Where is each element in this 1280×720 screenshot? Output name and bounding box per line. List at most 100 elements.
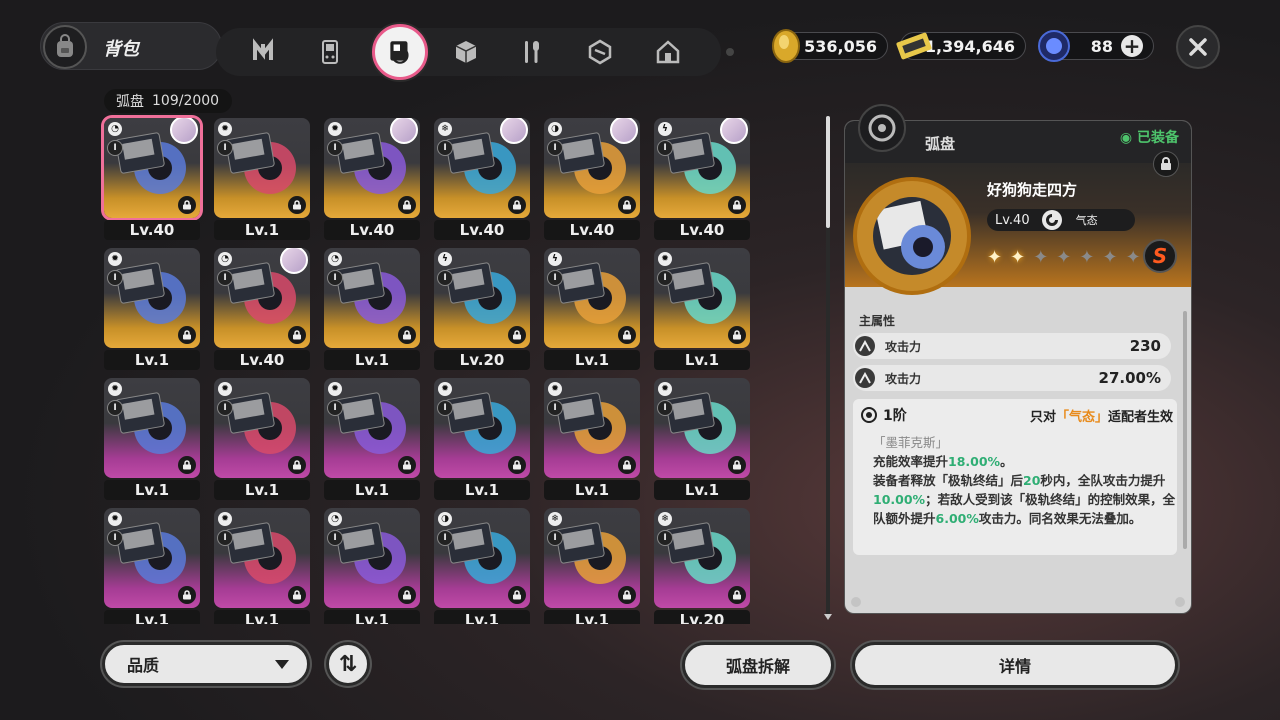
drive-disc-card[interactable]: ϟI: [544, 248, 640, 348]
category-tabbar: [216, 24, 721, 80]
attribute-icon: ✹: [218, 512, 232, 526]
dismantle-button[interactable]: 弧盘拆解: [682, 642, 834, 688]
detail-lock-button[interactable]: [1153, 151, 1179, 177]
disc-thumbnail: [445, 392, 516, 454]
disc-level-label: Lv.1: [654, 480, 750, 500]
disc-thumbnail: [335, 522, 406, 584]
attribute-icon: ◔: [328, 252, 342, 266]
disc-level-label: Lv.1: [434, 480, 530, 500]
n-logo-icon: [253, 38, 273, 60]
tab-pack[interactable]: [582, 34, 618, 70]
detail-scrollbar[interactable]: [1183, 311, 1187, 549]
rank-icon: I: [547, 400, 563, 416]
star-empty-icon: ✦: [1102, 247, 1118, 268]
drive-disc-card[interactable]: ✹ I: [104, 248, 200, 348]
rank-icon: I: [107, 400, 123, 416]
handheld-console-icon: [322, 40, 338, 64]
drive-disc-card[interactable]: ✹ I: [324, 378, 420, 478]
disc-level-label: Lv.1: [104, 480, 200, 500]
backpack-icon: [43, 25, 87, 69]
drive-disc-card[interactable]: ✹ I: [654, 248, 750, 348]
drive-disc-card[interactable]: ◑ I: [434, 508, 530, 608]
text: 装备者释放「极轨终结」后: [873, 473, 1024, 488]
stat-value: 230: [1129, 337, 1161, 355]
set-line-1: 充能效率提升18.00%。: [861, 452, 1181, 471]
lock-icon: [178, 196, 196, 214]
drive-disc-card[interactable]: ✹ I: [214, 508, 310, 608]
set-effect-header: 1阶 只对「气态」适配者生效: [861, 405, 1173, 425]
drive-disc-card[interactable]: ϟI: [434, 248, 530, 348]
set-condition: 只对「气态」适配者生效: [1030, 406, 1173, 425]
lock-icon: [728, 456, 746, 474]
tab-box[interactable]: [448, 34, 484, 70]
disc-thumbnail: [445, 262, 516, 324]
drive-disc-card[interactable]: ✹ I: [654, 378, 750, 478]
rank-icon: I: [327, 400, 343, 416]
equipped-status: ◉ 已装备: [1119, 130, 1179, 146]
disc-level-label: Lv.1: [214, 220, 310, 240]
drive-disc-card[interactable]: ✹ I: [104, 508, 200, 608]
rank-icon: I: [217, 400, 233, 416]
attribute-icon: ✹: [328, 122, 342, 136]
tab-console[interactable]: [312, 34, 348, 70]
tab-n[interactable]: [246, 34, 282, 70]
disc-thumbnail: [665, 262, 736, 324]
lock-icon: [508, 586, 526, 604]
drive-disc-card[interactable]: ◔ I: [214, 248, 310, 348]
drive-disc-card[interactable]: ✹ I: [214, 378, 310, 478]
drive-disc-card[interactable]: ✹ I: [434, 378, 530, 478]
tab-page-dot: [726, 48, 734, 56]
drive-disc-card[interactable]: ❄ I: [654, 508, 750, 608]
lock-icon: [398, 196, 416, 214]
stat-row: 攻击力 27.00%: [853, 365, 1171, 391]
drive-disc-card[interactable]: ◔ I: [324, 248, 420, 348]
corner-dot: [1175, 597, 1185, 607]
drive-disc-card[interactable]: ✹ I: [214, 118, 310, 218]
disc-thumbnail: [115, 392, 186, 454]
drive-disc-card[interactable]: ◔ I: [104, 118, 200, 218]
details-button[interactable]: 详情: [852, 642, 1178, 688]
drive-disc-card[interactable]: ✹ I: [544, 378, 640, 478]
drive-disc-card[interactable]: ✹ I: [104, 378, 200, 478]
drive-disc-card[interactable]: ϟI: [654, 118, 750, 218]
sort-order-icon: ⇅: [338, 651, 358, 677]
grid-scroll-thumb[interactable]: [826, 116, 830, 228]
tab-home[interactable]: [650, 34, 686, 70]
attribute-icon: ✹: [218, 382, 232, 396]
attribute-icon: ◔: [108, 122, 122, 136]
attribute-icon: ◑: [438, 512, 452, 526]
text: 攻击力。同名效果无法叠加。: [978, 511, 1142, 526]
sort-order-toggle[interactable]: ⇅: [326, 642, 370, 686]
attribute-icon: ✹: [548, 382, 562, 396]
drive-disc-card[interactable]: ❄ I: [544, 508, 640, 608]
denny-currency: 536,056: [772, 29, 888, 63]
tab-drive-disc[interactable]: [372, 24, 428, 80]
disc-level-label: Lv.1: [434, 610, 530, 624]
lock-icon: [728, 196, 746, 214]
detail-panel: 弧盘 ◉ 已装备 好狗狗走四方 Lv.40 气态 ✦ ✦ ✦ ✦ ✦ ✦ ✦ S 主属性 攻…: [844, 120, 1192, 614]
drive-disc-card[interactable]: ◑ I: [544, 118, 640, 218]
rank-icon: I: [217, 270, 233, 286]
back-to-bag-button[interactable]: 背包: [40, 22, 222, 70]
drive-disc-card[interactable]: ✹ I: [324, 118, 420, 218]
disc-cover: [873, 197, 951, 275]
bag-title: 背包: [103, 39, 139, 60]
condition-pre: 只对: [1029, 409, 1056, 425]
disc-thumbnail: [225, 522, 296, 584]
tier-icon: [861, 407, 877, 423]
tab-food[interactable]: [514, 34, 550, 70]
drive-disc-icon: [390, 41, 409, 64]
disc-thumbnail: [665, 392, 736, 454]
disc-level-label: Lv.40: [324, 220, 420, 240]
sort-quality-dropdown[interactable]: 品质: [102, 642, 310, 686]
drive-disc-card[interactable]: ◔ I: [324, 508, 420, 608]
disc-level-label: Lv.1: [654, 350, 750, 370]
drive-disc-card[interactable]: ❄ I: [434, 118, 530, 218]
cube-icon: [455, 41, 477, 63]
lock-icon: [618, 196, 636, 214]
disc-level-label: Lv.20: [434, 350, 530, 370]
lock-icon: [288, 456, 306, 474]
add-battery-button[interactable]: +: [1121, 35, 1143, 57]
close-button[interactable]: [1176, 25, 1220, 69]
lock-icon: [178, 456, 196, 474]
